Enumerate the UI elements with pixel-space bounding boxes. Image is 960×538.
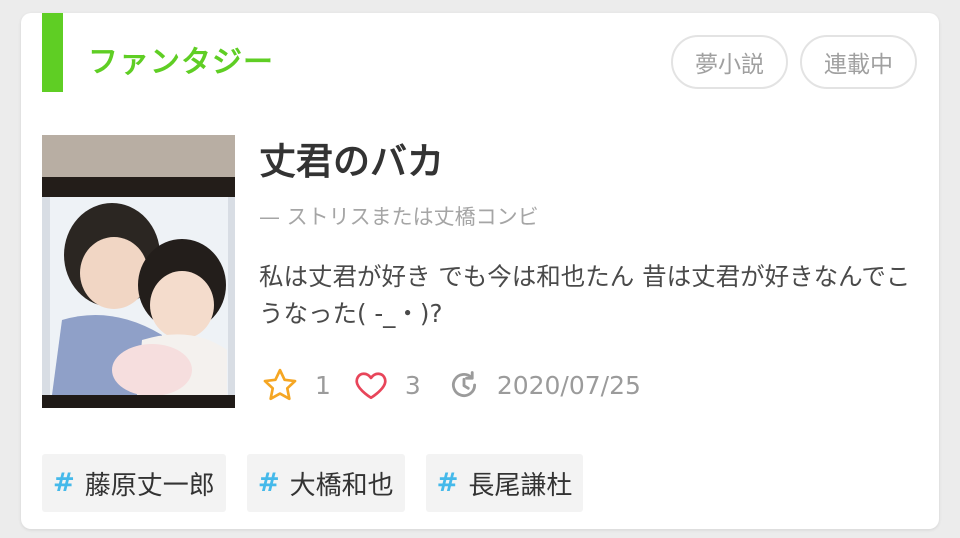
- tag-label: 藤原丈一郎: [84, 470, 215, 501]
- star-count: 1: [315, 370, 331, 400]
- badge-group: 夢小説 連載中: [671, 35, 917, 89]
- tag-item[interactable]: # 大橋和也: [246, 454, 405, 512]
- tag-label: 大橋和也: [289, 470, 394, 501]
- tag-label: 長尾謙杜: [468, 470, 573, 501]
- genre-accent-bar: [42, 13, 63, 92]
- update-history-icon: [447, 368, 481, 402]
- story-title[interactable]: 丈君のバカ: [259, 137, 444, 187]
- heart-icon[interactable]: [353, 367, 389, 403]
- story-description: 私は丈君が好き でも今は和也たん 昔は丈君が好きなんでこうなった( -_・)?: [259, 262, 911, 328]
- like-count: 3: [404, 370, 421, 400]
- story-stats: 1 3 2020/07/25: [261, 365, 641, 405]
- tag-item[interactable]: # 藤原丈一郎: [42, 454, 226, 512]
- tag-list: # 藤原丈一郎 # 大橋和也 # 長尾謙杜: [42, 454, 584, 512]
- updated-date: 2020/07/25: [496, 370, 641, 400]
- hash-icon: #: [436, 468, 459, 498]
- badge-dream-novel[interactable]: 夢小説: [671, 35, 788, 89]
- story-subtitle: — ストリスまたは丈橋コンビ: [259, 205, 539, 229]
- story-card[interactable]: ファンタジー 夢小説 連載中 丈君のバカ — ストリスまたは丈橋コンビ 私は丈君…: [21, 13, 939, 529]
- genre-label[interactable]: ファンタジー: [88, 41, 274, 85]
- tag-item[interactable]: # 長尾謙杜: [425, 454, 584, 512]
- cover-image[interactable]: [42, 135, 235, 408]
- star-icon[interactable]: [261, 366, 299, 404]
- hash-icon: #: [53, 468, 75, 498]
- badge-serializing[interactable]: 連載中: [800, 35, 917, 89]
- hash-icon: #: [257, 468, 280, 498]
